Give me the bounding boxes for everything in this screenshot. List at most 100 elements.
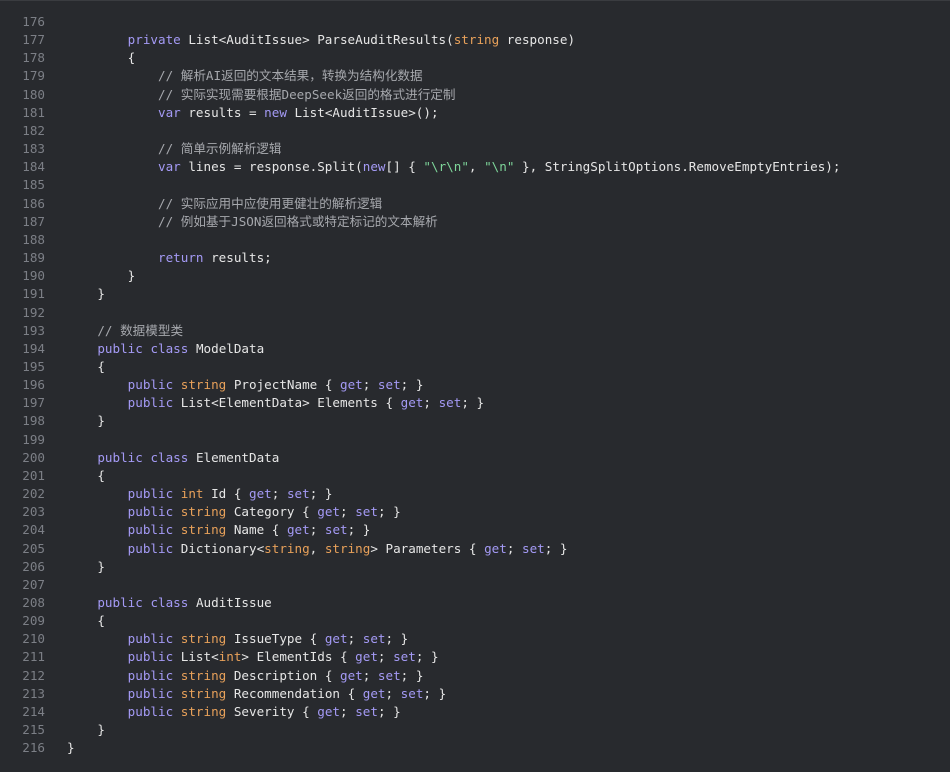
- code-text[interactable]: public List<int> ElementIds { get; set; …: [45, 648, 439, 666]
- code-text[interactable]: {: [45, 358, 105, 376]
- code-line[interactable]: 212 public string Description { get; set…: [0, 667, 950, 685]
- code-line[interactable]: 176: [0, 13, 950, 31]
- code-token: // 例如基于JSON返回格式或特定标记的文本解析: [158, 213, 438, 229]
- code-text[interactable]: [45, 231, 67, 249]
- code-line[interactable]: 184 var lines = response.Split(new[] { "…: [0, 158, 950, 176]
- code-text[interactable]: {: [45, 612, 105, 630]
- code-text[interactable]: public string Recommendation { get; set;…: [45, 685, 447, 703]
- code-text[interactable]: }: [45, 739, 75, 757]
- code-text[interactable]: public string Category { get; set; }: [45, 503, 401, 521]
- code-line[interactable]: 214 public string Severity { get; set; }: [0, 703, 950, 721]
- code-text[interactable]: }: [45, 721, 105, 739]
- code-text[interactable]: {: [45, 467, 105, 485]
- code-line[interactable]: 183 // 简单示例解析逻辑: [0, 140, 950, 158]
- code-text[interactable]: [45, 122, 67, 140]
- code-text[interactable]: var results = new List<AuditIssue>();: [45, 104, 439, 122]
- code-line[interactable]: 180 // 实际实现需要根据DeepSeek返回的格式进行定制: [0, 86, 950, 104]
- code-text[interactable]: // 实际应用中应使用更健壮的解析逻辑: [45, 195, 382, 213]
- code-text[interactable]: }: [45, 285, 105, 303]
- line-number: 205: [22, 540, 45, 556]
- code-text[interactable]: [45, 13, 67, 31]
- code-line[interactable]: 190 }: [0, 267, 950, 285]
- code-text[interactable]: [45, 304, 67, 322]
- code-token: class: [150, 595, 189, 610]
- code-text[interactable]: public string Description { get; set; }: [45, 667, 424, 685]
- code-line[interactable]: 202 public int Id { get; set; }: [0, 485, 950, 503]
- code-line[interactable]: 208 public class AuditIssue: [0, 594, 950, 612]
- code-line[interactable]: 192: [0, 304, 950, 322]
- code-text[interactable]: public string ProjectName { get; set; }: [45, 376, 424, 394]
- code-text[interactable]: public string Severity { get; set; }: [45, 703, 401, 721]
- code-text[interactable]: }: [45, 412, 105, 430]
- code-line[interactable]: 186 // 实际应用中应使用更健壮的解析逻辑: [0, 195, 950, 213]
- code-line[interactable]: 179 // 解析AI返回的文本结果，转换为结构化数据: [0, 67, 950, 85]
- code-text[interactable]: public class ModelData: [45, 340, 264, 358]
- code-line[interactable]: 203 public string Category { get; set; }: [0, 503, 950, 521]
- code-token: var: [158, 159, 181, 175]
- code-line[interactable]: 209 {: [0, 612, 950, 630]
- code-line[interactable]: 196 public string ProjectName { get; set…: [0, 376, 950, 394]
- code-token: ;: [340, 504, 356, 520]
- code-line[interactable]: 201 {: [0, 467, 950, 485]
- code-text[interactable]: }: [45, 267, 136, 285]
- code-line[interactable]: 206 }: [0, 558, 950, 576]
- code-line[interactable]: 189 return results;: [0, 249, 950, 267]
- code-text[interactable]: return results;: [45, 249, 272, 267]
- code-line[interactable]: 177 private List<AuditIssue> ParseAuditR…: [0, 31, 950, 49]
- code-line[interactable]: 200 public class ElementData: [0, 449, 950, 467]
- code-line[interactable]: 197 public List<ElementData> Elements { …: [0, 394, 950, 412]
- code-line[interactable]: 199: [0, 431, 950, 449]
- code-text[interactable]: var lines = response.Split(new[] { "\r\n…: [45, 158, 840, 176]
- line-number: 216: [22, 740, 45, 756]
- code-line[interactable]: 187 // 例如基于JSON返回格式或特定标记的文本解析: [0, 213, 950, 231]
- code-text[interactable]: public int Id { get; set; }: [45, 485, 333, 503]
- line-number: 209: [22, 613, 45, 629]
- code-text[interactable]: // 解析AI返回的文本结果，转换为结构化数据: [45, 67, 423, 85]
- code-line[interactable]: 215 }: [0, 721, 950, 739]
- code-token: ;: [362, 377, 378, 393]
- code-text[interactable]: {: [45, 49, 136, 67]
- code-text[interactable]: }: [45, 558, 105, 576]
- code-line[interactable]: 181 var results = new List<AuditIssue>()…: [0, 104, 950, 122]
- code-text[interactable]: public Dictionary<string, string> Parame…: [45, 540, 568, 558]
- code-line[interactable]: 178 {: [0, 49, 950, 67]
- code-token: public: [97, 340, 143, 356]
- code-text[interactable]: private List<AuditIssue> ParseAuditResul…: [45, 31, 575, 49]
- code-line[interactable]: 198 }: [0, 412, 950, 430]
- code-line[interactable]: 213 public string Recommendation { get; …: [0, 685, 950, 703]
- code-text[interactable]: [45, 431, 67, 449]
- code-line[interactable]: 207: [0, 576, 950, 594]
- code-text[interactable]: public string Name { get; set; }: [45, 521, 371, 539]
- code-line[interactable]: 204 public string Name { get; set; }: [0, 521, 950, 539]
- code-text[interactable]: [45, 576, 67, 594]
- code-line[interactable]: 191 }: [0, 285, 950, 303]
- code-text[interactable]: public List<ElementData> Elements { get;…: [45, 394, 484, 412]
- code-text[interactable]: [45, 176, 67, 194]
- code-line[interactable]: 182: [0, 122, 950, 140]
- code-line[interactable]: 211 public List<int> ElementIds { get; s…: [0, 648, 950, 666]
- code-text[interactable]: // 实际实现需要根据DeepSeek返回的格式进行定制: [45, 86, 456, 104]
- code-line[interactable]: 205 public Dictionary<string, string> Pa…: [0, 540, 950, 558]
- code-line[interactable]: 210 public string IssueType { get; set; …: [0, 630, 950, 648]
- code-text[interactable]: public class AuditIssue: [45, 594, 271, 612]
- code-line[interactable]: 193 // 数据模型类: [0, 322, 950, 340]
- code-line[interactable]: 188: [0, 231, 950, 249]
- code-token: ;: [423, 395, 439, 411]
- code-text[interactable]: // 例如基于JSON返回格式或特定标记的文本解析: [45, 213, 438, 231]
- code-token: ; }: [347, 522, 371, 538]
- code-text[interactable]: // 简单示例解析逻辑: [45, 140, 282, 158]
- code-text[interactable]: public string IssueType { get; set; }: [45, 630, 409, 648]
- code-token: ; }: [377, 504, 401, 520]
- code-editor[interactable]: 176 177 private List<AuditIssue> ParseAud…: [0, 0, 950, 772]
- line-number: 199: [22, 431, 45, 447]
- code-line[interactable]: 195 {: [0, 358, 950, 376]
- code-text[interactable]: public class ElementData: [45, 449, 279, 467]
- code-text[interactable]: // 数据模型类: [45, 322, 183, 340]
- code-line[interactable]: 194 public class ModelData: [0, 340, 950, 358]
- code-line[interactable]: 185: [0, 176, 950, 194]
- code-token: ; }: [415, 649, 439, 665]
- code-line[interactable]: 216}: [0, 739, 950, 757]
